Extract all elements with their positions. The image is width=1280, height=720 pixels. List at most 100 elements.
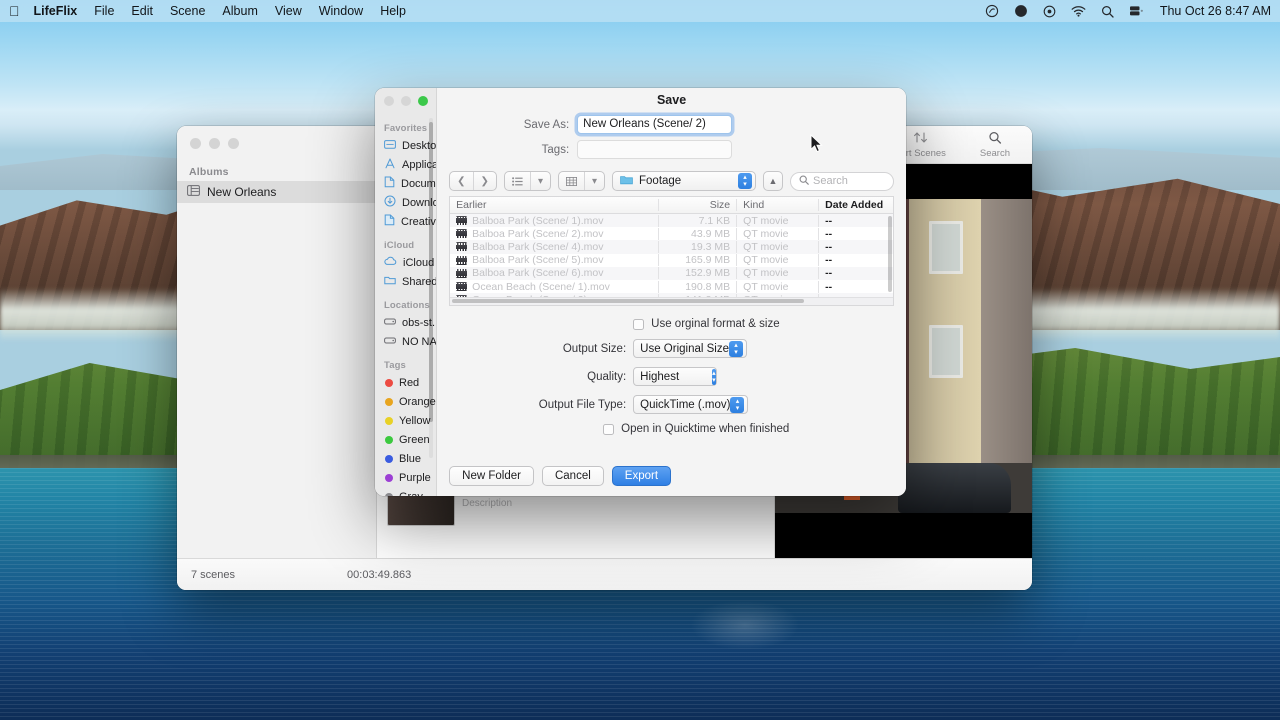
- external-drive-icon: [384, 336, 396, 348]
- screen-sharing-icon[interactable]: [1129, 5, 1144, 17]
- location-popup-button[interactable]: Footage ▴▾: [612, 171, 756, 191]
- sidebar-tag-purple[interactable]: Purple: [375, 468, 436, 487]
- search-icon: [799, 175, 809, 188]
- table-row[interactable]: Ocean Beach (Scene/ 1).mov 190.8 MB QT m…: [450, 280, 893, 293]
- sidebar-scrollbar-thumb[interactable]: [429, 122, 433, 422]
- table-row[interactable]: Balboa Park (Scene/ 6).mov 152.9 MB QT m…: [450, 267, 893, 280]
- file-search-field[interactable]: Search: [790, 172, 894, 191]
- quality-dropdown[interactable]: Highest ▴▾: [633, 367, 717, 386]
- checkbox-icon[interactable]: [603, 424, 614, 435]
- file-kind: QT movie: [736, 281, 818, 293]
- menubar-clock[interactable]: Thu Oct 26 8:47 AM: [1160, 4, 1271, 18]
- sidebar-tag-orange[interactable]: Orange: [375, 392, 436, 411]
- sidebar-scroll-area[interactable]: Favorites Desktop Applicati... Documents…: [375, 114, 436, 496]
- sidebar-tag-gray[interactable]: Gray: [375, 487, 436, 496]
- group-view-control[interactable]: ▾: [558, 171, 605, 191]
- scene-count: 7 scenes: [191, 569, 235, 581]
- list-view-icon[interactable]: [505, 172, 530, 190]
- grid-view-icon[interactable]: [559, 172, 584, 190]
- sidebar-item-no-name[interactable]: NO NA... ▲: [375, 332, 436, 351]
- new-folder-button[interactable]: New Folder: [449, 466, 534, 486]
- checkbox-icon[interactable]: [633, 319, 644, 330]
- file-size: 165.9 MB: [658, 254, 736, 266]
- tags-input[interactable]: [577, 140, 732, 159]
- table-row[interactable]: Balboa Park (Scene/ 2).mov 43.9 MB QT mo…: [450, 227, 893, 240]
- output-size-dropdown[interactable]: Use Original Size ▴▾: [633, 339, 747, 358]
- list-view-control[interactable]: ▾: [504, 171, 551, 191]
- control-center-icon[interactable]: [1043, 5, 1056, 18]
- apple-logo-icon[interactable]: : [9, 4, 20, 18]
- maximize-button[interactable]: [418, 96, 428, 106]
- file-list-vertical-scrollbar[interactable]: [888, 216, 892, 292]
- open-when-finished-checkbox[interactable]: Open in Quicktime when finished: [603, 423, 789, 435]
- chevron-up-icon[interactable]: ▲: [763, 171, 783, 191]
- spotlight-search-icon[interactable]: [1101, 5, 1114, 18]
- minimize-button[interactable]: [401, 96, 411, 106]
- table-row[interactable]: Balboa Park (Scene/ 1).mov 7.1 KB QT mov…: [450, 214, 893, 227]
- menu-item-view[interactable]: View: [275, 4, 302, 18]
- column-header-size[interactable]: Size: [658, 199, 736, 211]
- menu-item-edit[interactable]: Edit: [131, 4, 153, 18]
- sidebar-tag-green[interactable]: Green: [375, 430, 436, 449]
- movie-file-icon: [456, 282, 467, 291]
- tags-row: Tags:: [437, 140, 906, 159]
- menu-item-help[interactable]: Help: [380, 4, 406, 18]
- shared-folder-icon: [384, 275, 396, 288]
- export-button[interactable]: Export: [612, 466, 671, 486]
- sidebar-item-downloads[interactable]: Downloads: [375, 193, 436, 212]
- location-stepper-icon[interactable]: ▴▾: [738, 173, 752, 189]
- column-header-date-added[interactable]: Date Added: [818, 199, 893, 211]
- sidebar-item-obs-st[interactable]: obs-st... ▲: [375, 313, 436, 332]
- file-list[interactable]: Earlier Size Kind Date Added Balboa Park…: [449, 196, 894, 306]
- menu-app-name[interactable]: LifeFlix: [34, 4, 78, 18]
- sidebar-tag-red[interactable]: Red: [375, 373, 436, 392]
- search-button[interactable]: Search: [980, 131, 1010, 159]
- menu-item-scene[interactable]: Scene: [170, 4, 205, 18]
- sidebar-item-shared[interactable]: Shared: [375, 272, 436, 291]
- sidebar-item-desktop[interactable]: Desktop: [375, 136, 436, 155]
- output-file-type-value: QuickTime (.mov): [640, 399, 730, 411]
- menu-item-file[interactable]: File: [94, 4, 114, 18]
- save-dialog-traffic-lights: [375, 88, 436, 114]
- sidebar-item-icloud-drive[interactable]: iCloud Dri...: [375, 253, 436, 272]
- dropdown-stepper-icon[interactable]: ▴▾: [730, 397, 744, 413]
- column-header-kind[interactable]: Kind: [736, 199, 818, 211]
- close-button[interactable]: [384, 96, 394, 106]
- sidebar-tag-yellow[interactable]: Yellow: [375, 411, 436, 430]
- maximize-button[interactable]: [228, 138, 239, 149]
- minimize-button[interactable]: [209, 138, 220, 149]
- quality-row: Quality: Highest ▴▾: [437, 367, 906, 386]
- dropdown-stepper-icon[interactable]: ▴▾: [712, 369, 716, 385]
- save-as-input[interactable]: New Orleans (Scene/ 2): [577, 115, 732, 134]
- tag-dot-icon: [385, 493, 393, 497]
- chevron-down-icon[interactable]: ▾: [530, 172, 550, 190]
- use-original-checkbox[interactable]: Use orginal format & size: [633, 318, 779, 330]
- chevron-right-icon[interactable]: ❯: [473, 172, 496, 190]
- total-duration: 00:03:49.863: [347, 569, 411, 581]
- close-button[interactable]: [190, 138, 201, 149]
- siri-icon[interactable]: [985, 4, 999, 18]
- menu-item-album[interactable]: Album: [222, 4, 257, 18]
- folder-file-icon: [384, 214, 395, 229]
- table-row[interactable]: Balboa Park (Scene/ 4).mov 19.3 MB QT mo…: [450, 240, 893, 253]
- sidebar-item-new-orleans[interactable]: New Orleans: [177, 181, 376, 203]
- output-file-type-dropdown[interactable]: QuickTime (.mov) ▴▾: [633, 395, 748, 414]
- sidebar-tag-blue[interactable]: Blue: [375, 449, 436, 468]
- cancel-button[interactable]: Cancel: [542, 466, 604, 486]
- back-forward-segmented-control[interactable]: ❮ ❯: [449, 171, 497, 191]
- file-list-horizontal-scrollbar-thumb[interactable]: [452, 299, 804, 303]
- wifi-icon[interactable]: [1071, 5, 1086, 17]
- table-row[interactable]: Balboa Park (Scene/ 5).mov 165.9 MB QT m…: [450, 254, 893, 267]
- dropdown-stepper-icon[interactable]: ▴▾: [729, 341, 743, 357]
- chevron-left-icon[interactable]: ❮: [450, 172, 472, 190]
- chevron-down-icon[interactable]: ▾: [584, 172, 604, 190]
- column-header-name[interactable]: Earlier: [450, 199, 658, 211]
- output-file-type-row: Output File Type: QuickTime (.mov) ▴▾: [437, 395, 906, 414]
- sidebar-item-applications[interactable]: Applicati...: [375, 155, 436, 174]
- sidebar-item-creative[interactable]: Creative...: [375, 212, 436, 231]
- use-original-label: Use orginal format & size: [651, 318, 779, 330]
- sidebar-item-documents[interactable]: Documents: [375, 174, 436, 193]
- menu-item-window[interactable]: Window: [319, 4, 363, 18]
- display-icon[interactable]: [1014, 4, 1028, 18]
- file-list-horizontal-scrollbar-track[interactable]: [450, 297, 893, 305]
